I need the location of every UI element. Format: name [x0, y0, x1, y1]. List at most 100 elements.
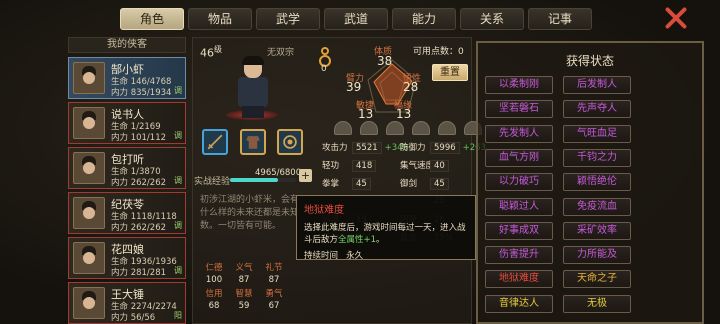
status-item[interactable]: 好事成双 [485, 221, 553, 240]
base-stat-label: 勇气 [265, 289, 283, 299]
combat-stat-label: 拳掌 [322, 179, 340, 189]
character-tag: 调 [174, 131, 182, 140]
plus-icon[interactable]: + [299, 169, 312, 182]
xp-bar [230, 178, 296, 182]
status-item[interactable]: 气旺血足 [563, 124, 631, 143]
combat-stat: 轻功 418 [322, 159, 377, 173]
tab-6[interactable]: 记事 [528, 8, 592, 30]
character-row[interactable]: 花四娘 生命 1936/1936 内力 281/281 调 [68, 237, 186, 279]
attr-wuxing-value: 28 [403, 80, 419, 94]
tooltip-hell-difficulty: 地狱难度 选择此难度后，游戏时间每过一天，进入战斗后敌方全属性+1。 持续时间 … [296, 195, 476, 261]
xp-value: 4965/6800 [255, 168, 302, 178]
sword-icon[interactable] [202, 129, 228, 155]
status-item[interactable]: 免疫流血 [563, 197, 631, 216]
helmet-icon[interactable] [438, 121, 456, 135]
helmet-icon[interactable] [334, 121, 352, 135]
tooltip-description: 选择此难度后，游戏时间每过一天，进入战斗后敌方全属性+1。 [304, 223, 466, 245]
top-tab-bar: 角色 物品 武学 武道 能力 关系 记事 [120, 8, 592, 32]
tab-1[interactable]: 物品 [188, 8, 252, 30]
combat-stat-value: 45 [352, 178, 371, 190]
close-icon[interactable] [664, 6, 688, 30]
character-list: 郜小虾 生命 146/4768 内力 835/1934 调说书人 生命 1/2169 内力… [68, 57, 186, 324]
base-stat-value [289, 275, 319, 285]
status-item[interactable]: 后发制人 [563, 76, 631, 94]
status-item[interactable]: 地狱难度 [485, 270, 553, 289]
tab-4[interactable]: 能力 [392, 8, 456, 30]
avatar [73, 287, 105, 319]
combat-stat-label: 防御力 [400, 143, 426, 153]
status-item[interactable]: 采矿效率 [563, 221, 631, 240]
character-sect: 无双宗 [267, 48, 295, 58]
base-stat-label: 义气 [235, 263, 253, 273]
combat-stat: 防御力 5996 +263 [400, 141, 486, 155]
character-row[interactable]: 纪茯苓 生命 1118/1118 内力 262/262 调 [68, 192, 186, 234]
tab-0[interactable]: 角色 [120, 8, 184, 30]
combat-stat-value: 40 [430, 160, 449, 172]
combat-stat-label: 御剑 [400, 179, 418, 189]
character-figure [228, 56, 278, 120]
xp-label: 实战经验 [194, 177, 231, 187]
armor-icon[interactable] [240, 129, 266, 155]
status-item[interactable]: 以力破巧 [485, 173, 553, 192]
character-row[interactable]: 郜小虾 生命 146/4768 内力 835/1934 调 [68, 57, 186, 99]
base-stat-label [289, 261, 319, 273]
character-tag: 调 [174, 86, 182, 95]
base-stats-grid: 仁德 义气 礼节 100 87 87 信用 智慧 勇气 68 59 67 [199, 261, 319, 311]
helmet-icon[interactable] [386, 121, 404, 135]
attr-minjie-value: 13 [358, 107, 374, 121]
combat-stat: 拳掌 45 [322, 177, 371, 191]
accessory-icon[interactable] [277, 129, 303, 155]
status-item[interactable]: 坚若磐石 [485, 100, 553, 119]
status-item[interactable]: 聪颖过人 [485, 197, 553, 216]
character-bio: 初涉江湖的小虾米，会有什么样的未来还都是未知数。一切皆有可能。 [200, 195, 300, 231]
character-mp: 内力 281/281 [111, 268, 167, 278]
character-mp: 内力 56/56 [111, 313, 156, 323]
combat-stat-label: 轻功 [322, 161, 340, 171]
base-stat-label: 仁德 [205, 263, 223, 273]
tooltip-title: 地狱难度 [304, 205, 344, 216]
base-stat-value: 59 [238, 301, 250, 311]
character-row[interactable]: 包打听 生命 1/3870 内力 262/262 调 [68, 147, 186, 189]
combat-stat: 集气速度40 [400, 159, 449, 173]
combat-stat-label: 集气速度 [400, 161, 435, 171]
tooltip-duration: 持续时间 永久 [304, 251, 364, 261]
base-stat-value: 100 [205, 275, 223, 285]
combat-stat-value: 45 [430, 178, 449, 190]
tab-2[interactable]: 武学 [256, 8, 320, 30]
combat-stat: 攻击力 5521 +349 [322, 141, 408, 155]
status-item[interactable]: 音律达人 [485, 294, 553, 313]
base-stat-label [289, 287, 319, 299]
character-level: 46级 [200, 45, 222, 60]
helmet-icon[interactable] [360, 121, 378, 135]
status-item[interactable]: 天命之子 [563, 270, 631, 289]
attr-fuyuan-value: 13 [396, 107, 412, 121]
status-item[interactable]: 千钧之力 [563, 148, 631, 167]
base-stat-value: 87 [238, 275, 250, 285]
combat-stat-value: 5521 [352, 142, 382, 154]
character-row[interactable]: 王大锤 生命 2274/2274 内力 56/56 阳 [68, 282, 186, 324]
reset-button[interactable]: 重置 [432, 64, 468, 81]
helmet-icon[interactable] [412, 121, 430, 135]
character-row[interactable]: 说书人 生命 1/2169 内力 101/112 调 [68, 102, 186, 144]
character-mp: 内力 262/262 [111, 178, 167, 188]
status-item[interactable]: 以柔制刚 [485, 76, 553, 94]
character-tag: 阳 [174, 311, 182, 320]
status-item[interactable]: 无极 [563, 294, 631, 313]
status-item[interactable]: 血气方刚 [485, 148, 553, 167]
status-item[interactable]: 先声夺人 [563, 100, 631, 119]
status-item[interactable]: 先发制人 [485, 124, 553, 143]
avatar [73, 197, 105, 229]
tab-3[interactable]: 武道 [324, 8, 388, 30]
status-item[interactable]: 力所能及 [563, 246, 631, 265]
base-stat-value: 87 [268, 275, 280, 285]
base-stat-value: 68 [208, 301, 220, 311]
character-mp: 内力 835/1934 [111, 88, 172, 98]
combat-stat-value: 418 [352, 160, 377, 172]
status-item[interactable]: 伤害提升 [485, 246, 553, 265]
combat-stat-label: 攻击力 [322, 143, 348, 153]
gourd-value: 0 [321, 64, 327, 74]
status-item[interactable]: 颖悟绝伦 [563, 173, 631, 192]
character-tag: 调 [174, 266, 182, 275]
base-stat-value [289, 301, 319, 311]
tab-5[interactable]: 关系 [460, 8, 524, 30]
